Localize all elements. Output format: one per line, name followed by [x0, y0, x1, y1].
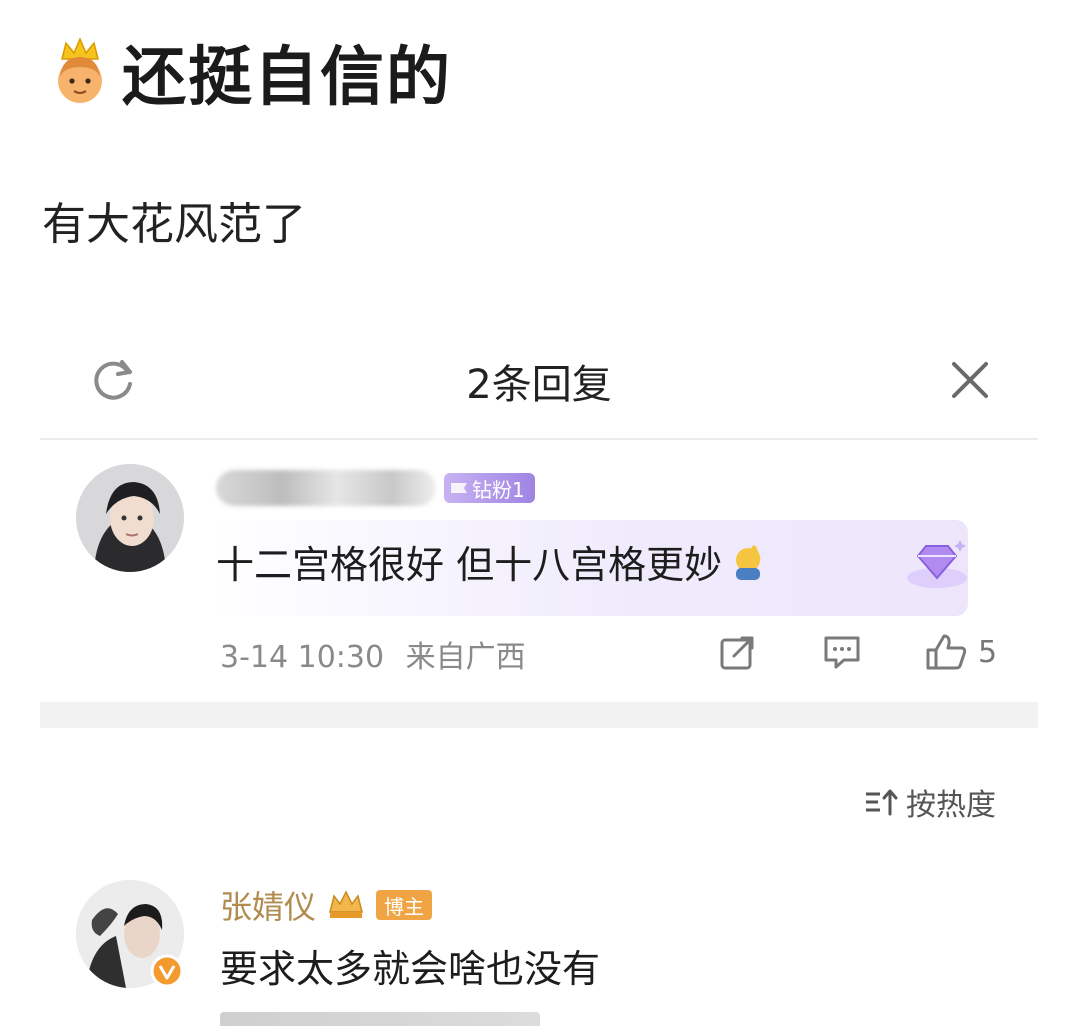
like-button[interactable]: 5: [924, 632, 997, 672]
fan-badge: 钻粉1: [444, 473, 535, 503]
reply-item: 钻粉1 十二宫格很好 但十八宫格更妙 3-14 10:30 来自广西 5: [40, 442, 1038, 702]
reply-text-content: 十二宫格很好 但十八宫格更妙: [216, 543, 723, 587]
post-title: 还挺自信的: [52, 26, 452, 118]
diamond-icon: [907, 540, 967, 588]
reply-meta: 3-14 10:30 来自广西: [220, 632, 526, 676]
avatar[interactable]: [76, 464, 184, 572]
comment-user: 张婧仪 博主: [220, 882, 433, 928]
share-icon: [720, 636, 754, 670]
comment-meta-partial: [220, 1008, 540, 1026]
like-count: 5: [978, 634, 998, 670]
badge-flag-icon: [451, 483, 467, 493]
sheet-title: 2条回复: [466, 362, 612, 408]
close-icon[interactable]: [946, 356, 994, 404]
blurred-username[interactable]: [216, 470, 436, 506]
comment-text: 要求太多就会啥也没有: [220, 947, 601, 991]
comment-icon: [824, 636, 860, 669]
post-title-text: 还挺自信的: [122, 41, 452, 115]
reply-location: 来自广西: [405, 640, 526, 675]
sort-label: 按热度: [906, 788, 996, 823]
post-body-text: 有大花风范了: [42, 199, 306, 250]
comment-user-name[interactable]: 张婧仪: [220, 882, 316, 928]
sheet-header: 2条回复: [40, 330, 1038, 440]
section-divider: [40, 702, 1038, 728]
share-button[interactable]: [718, 632, 758, 672]
comment-button[interactable]: [822, 632, 862, 672]
sort-icon: [866, 789, 898, 816]
like-icon: [926, 634, 967, 670]
praying-emoji-icon: [736, 545, 761, 580]
crown-emoji-icon: [52, 37, 108, 107]
reply-user: 钻粉1: [216, 470, 535, 506]
fan-badge-label: 钻粉1: [472, 477, 525, 502]
sort-toggle[interactable]: 按热度: [864, 780, 996, 824]
verified-icon: [150, 954, 184, 988]
reply-time: 3-14 10:30: [220, 640, 385, 675]
comment-item: 张婧仪 博主 要求太多就会啥也没有: [40, 870, 1038, 1026]
crown-badge-icon: [329, 890, 363, 918]
blogger-badge: 博主: [376, 890, 433, 920]
reply-sheet: 2条回复 钻粉1 十二宫格很好 但十八宫格更妙 3-14 10:30 来自广西 …: [40, 330, 1038, 1026]
reply-text: 十二宫格很好 但十八宫格更妙: [216, 534, 768, 589]
